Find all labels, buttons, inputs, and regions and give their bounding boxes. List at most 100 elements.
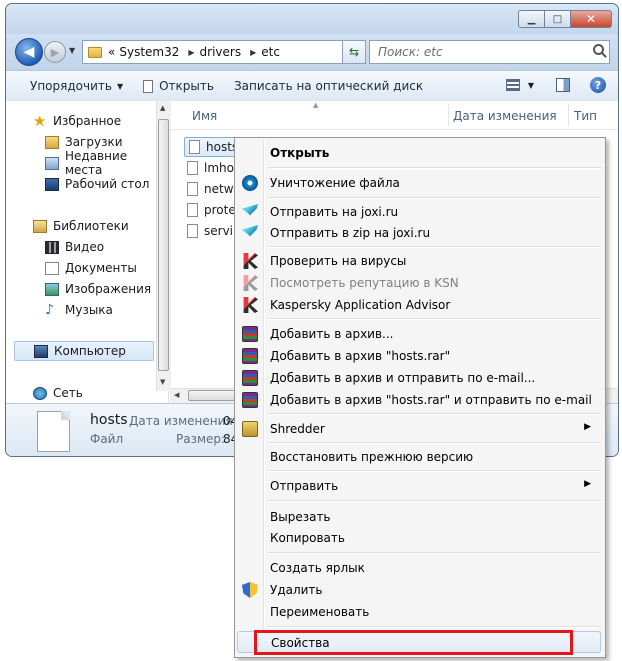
column-name[interactable]: Имя [192,109,217,123]
star-icon: ★ [33,111,47,130]
winrar-icon [242,348,258,364]
nav-label: Компьютер [54,344,126,358]
nav-recent-places[interactable]: Недавние места [6,149,168,177]
menu-item-shred-file[interactable]: Уничтожение файла [237,172,601,194]
breadcrumb-drivers[interactable]: drivers [200,45,242,59]
arrow-right-icon: ▶ [50,45,60,59]
menu-item-send-zip-joxi[interactable]: Отправить в zip на joxi.ru [237,222,601,244]
menu-item-rename[interactable]: Переименовать [237,601,601,623]
nav-desktop[interactable]: Рабочий стол [6,174,149,194]
file-row-networks[interactable]: netw [187,179,234,199]
menu-label: Восстановить прежнюю версию [270,450,474,464]
chevron-right-icon[interactable]: ▶ [250,48,256,57]
nav-documents[interactable]: Документы [6,258,137,278]
scroll-down-icon[interactable]: ▼ [160,378,165,386]
menu-item-restore-version[interactable]: Восстановить прежнюю версию [237,446,601,468]
file-name: prote [204,203,236,217]
file-row-services[interactable]: servi [187,221,233,241]
column-divider[interactable] [448,104,449,126]
file-icon [187,161,198,175]
open-label: Открыть [159,79,214,93]
organize-button[interactable]: Упорядочить ▼ [30,79,123,93]
breadcrumb-system32[interactable]: System32 [119,45,179,59]
menu-label: Отправить на joxi.ru [270,205,399,219]
nav-scroll-thumb[interactable] [158,119,169,371]
nav-computer[interactable]: Компьютер [14,341,154,361]
scroll-left-icon[interactable]: ◀ [174,391,179,399]
nav-vertical-scrollbar[interactable]: ▲ ▼ [156,101,171,391]
refresh-button[interactable]: ⇆ [342,40,366,64]
menu-item-copy[interactable]: Копировать [237,527,601,549]
nav-images[interactable]: Изображения [6,279,151,299]
menu-separator [268,552,601,554]
menu-label: Открыть [270,146,330,160]
file-name: lmho [204,161,234,175]
downloads-folder-icon [45,135,59,149]
column-divider[interactable] [568,104,569,126]
menu-item-add-archive[interactable]: Добавить в архив... [237,323,601,345]
views-icon[interactable] [505,79,520,91]
recent-places-icon [45,156,59,170]
search-box[interactable]: Поиск: etc [369,40,610,64]
menu-item-check-virus[interactable]: Проверить на вирусы [237,250,601,272]
maximize-button[interactable]: □ [544,10,570,28]
scroll-up-icon[interactable]: ▲ [160,104,165,112]
menu-item-shredder[interactable]: Shredder ▶ [237,418,601,440]
network-icon [33,386,47,400]
menu-item-add-hosts-rar[interactable]: Добавить в архив "hosts.rar" [237,345,601,367]
menu-label: Добавить в архив "hosts.rar" и отправить… [270,393,592,407]
nav-label: Документы [65,261,137,275]
menu-item-open[interactable]: Открыть [237,142,601,164]
menu-item-send-joxi[interactable]: Отправить на joxi.ru [237,201,601,223]
nav-video[interactable]: Видео [6,237,104,257]
column-date[interactable]: Дата изменения [453,109,557,123]
menu-item-add-hosts-email[interactable]: Добавить в архив "hosts.rar" и отправить… [237,389,601,411]
menu-separator [268,626,601,628]
preview-pane-icon[interactable] [556,78,570,92]
menu-item-send-to[interactable]: Отправить ▶ [237,475,601,497]
menu-item-cut[interactable]: Вырезать [237,506,601,528]
menu-item-create-shortcut[interactable]: Создать ярлык [237,557,601,579]
address-bar[interactable]: « System32 ▶ drivers ▶ etc ▼ [82,40,362,64]
file-scroll-thumb[interactable] [188,390,238,401]
minimize-button[interactable]: ▁ [518,10,544,28]
menu-label: Отправить в zip на joxi.ru [270,226,431,240]
nav-network[interactable]: Сеть [6,383,83,403]
nav-music[interactable]: ♪ Музыка [6,300,113,320]
nav-label: Музыка [65,303,113,317]
close-button[interactable]: ✕ [570,10,612,28]
toolbar-right: ▼ ? [505,77,606,93]
file-name: netw [204,182,234,196]
nav-label: Недавние места [65,149,128,177]
burn-disc-button[interactable]: Записать на оптический диск [234,79,423,93]
nav-libraries[interactable]: Библиотеки [6,216,129,236]
organize-label: Упорядочить [30,79,112,93]
kaspersky-icon [243,297,258,313]
menu-label: Вырезать [270,510,331,524]
search-input[interactable]: Поиск: etc [378,45,443,59]
help-icon[interactable]: ? [590,77,606,93]
forward-button[interactable]: ▶ [44,41,66,63]
menu-label: Добавить в архив "hosts.rar" [270,349,451,363]
menu-label: Добавить в архив... [270,327,394,341]
menu-item-app-advisor[interactable]: Kaspersky Application Advisor [237,294,601,316]
winrar-icon [242,370,258,386]
breadcrumb-etc[interactable]: etc [261,45,280,59]
column-type[interactable]: Тип [574,109,597,123]
menu-item-delete[interactable]: Удалить [237,579,601,601]
menu-label: Добавить в архив и отправить по e-mail..… [270,371,536,385]
joxi-icon [242,225,258,241]
file-row-protocol[interactable]: prote [187,200,236,220]
chevron-right-icon[interactable]: ▶ [188,48,194,57]
menu-separator [268,413,601,415]
recent-pages-dropdown[interactable]: ▼ [69,46,75,55]
menu-item-add-archive-email[interactable]: Добавить в архив и отправить по e-mail..… [237,367,601,389]
views-dropdown-icon[interactable]: ▼ [528,81,534,90]
file-row-lmhosts[interactable]: lmho [187,158,234,178]
breadcrumb-overflow[interactable]: « [108,45,115,59]
open-button[interactable]: Открыть [143,79,214,93]
back-button[interactable]: ◀ [15,38,43,66]
joxi-icon [242,204,258,220]
menu-label: Удалить [270,583,323,597]
nav-favorites[interactable]: ★ Избранное [6,111,121,131]
